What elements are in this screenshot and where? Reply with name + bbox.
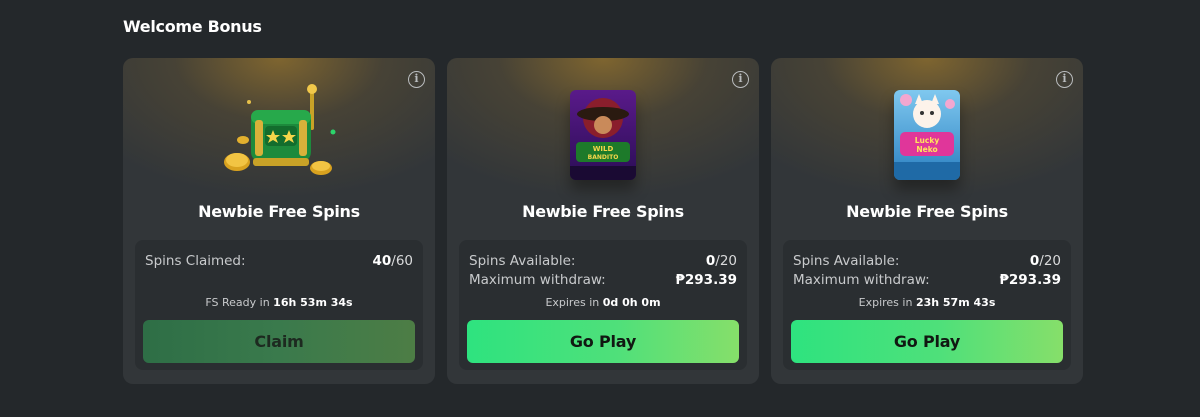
card-title: Newbie Free Spins [846,202,1008,221]
card-title: Newbie Free Spins [198,202,360,221]
spins-claimed-label: Spins Claimed: [145,253,246,269]
spins-available-label: Spins Available: [793,253,900,269]
spins-available-row: Spins Available: 0/20 [469,253,737,269]
max-withdraw-value: ₱293.39 [675,272,738,288]
expires-timer: Expires in 23h 57m 43s [858,296,996,309]
spins-claimed-row: Spins Claimed: 40/60 [145,253,413,269]
slot-machine-icon [209,80,349,180]
max-withdraw-row: Maximum withdraw: ₱293.39 [793,272,1061,288]
bonus-details-panel: Spins Available: 0/20 Maximum withdraw: … [783,240,1071,370]
info-icon[interactable]: i [408,71,425,88]
card-title: Newbie Free Spins [522,202,684,221]
svg-text:Neko: Neko [916,145,937,154]
svg-text:WILD: WILD [593,145,614,153]
welcome-bonus-page: Welcome Bonus i Newbie Free Spins Spins … [0,0,1200,417]
spins-available-value: 0/20 [705,253,737,269]
spins-available-label: Spins Available: [469,253,576,269]
max-withdraw-row: Maximum withdraw: ₱293.39 [469,272,737,288]
go-play-button[interactable]: Go Play [791,320,1063,363]
info-icon[interactable]: i [732,71,749,88]
svg-text:BANDITO: BANDITO [588,154,619,161]
bonus-card-newbie-free-spins-3: i Lucky Neko Newbie Free Spins Spins Ava… [771,58,1083,384]
max-withdraw-value: ₱293.39 [999,272,1062,288]
bonus-card-newbie-free-spins-1: i Newbie Free Spins Spins Claimed: 40/60… [123,58,435,384]
info-icon[interactable]: i [1056,71,1073,88]
max-withdraw-label: Maximum withdraw: [793,272,930,288]
svg-text:Lucky: Lucky [915,136,940,145]
go-play-button[interactable]: Go Play [467,320,739,363]
spins-available-row: Spins Available: 0/20 [793,253,1061,269]
section-title: Welcome Bonus [123,17,262,36]
claim-button[interactable]: Claim [143,320,415,363]
fs-ready-timer: FS Ready in 16h 53m 34s [205,296,353,309]
bonus-details-panel: Spins Claimed: 40/60 FS Ready in 16h 53m… [135,240,423,370]
bonus-details-panel: Spins Available: 0/20 Maximum withdraw: … [459,240,747,370]
spins-available-value: 0/20 [1029,253,1061,269]
bonus-card-newbie-free-spins-2: i WILD BANDITO Newbie Free Spins Spins A… [447,58,759,384]
spins-claimed-value: 40/60 [372,253,413,269]
expires-timer: Expires in 0d 0h 0m [545,296,661,309]
max-withdraw-label: Maximum withdraw: [469,272,606,288]
lucky-neko-game-thumbnail[interactable]: Lucky Neko [894,90,960,180]
wild-bandito-game-thumbnail[interactable]: WILD BANDITO [570,90,636,180]
